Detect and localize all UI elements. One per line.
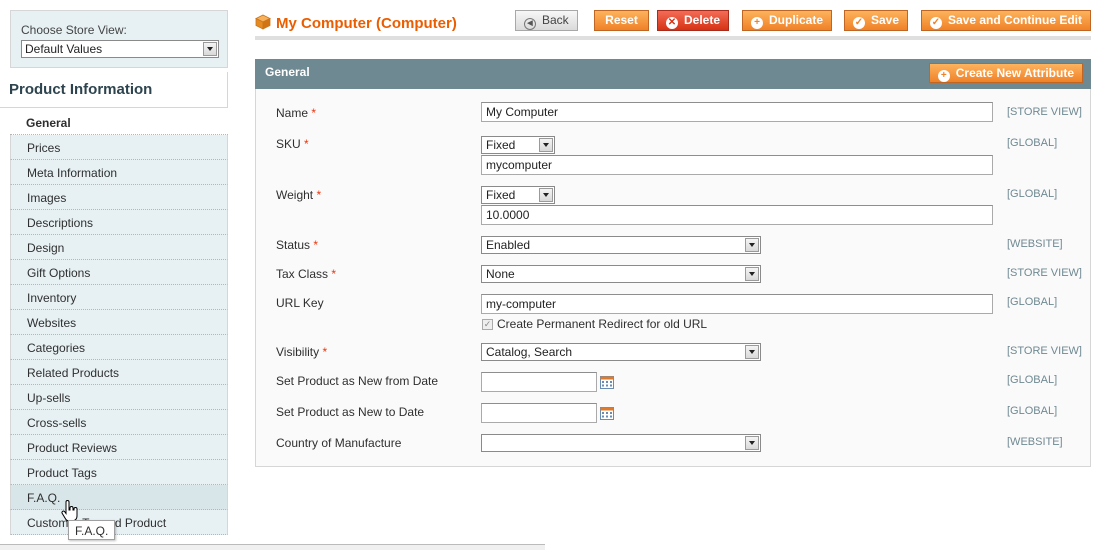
status-select[interactable]: Enabled <box>481 236 761 254</box>
tab-product-reviews[interactable]: Product Reviews <box>10 435 228 460</box>
section-header: General + Create New Attribute <box>255 59 1091 89</box>
back-button-label: Back <box>542 13 569 27</box>
delete-button-label: Delete <box>684 13 721 27</box>
sku-input[interactable]: mycomputer <box>481 155 993 175</box>
tab-descriptions[interactable]: Descriptions <box>10 210 228 235</box>
sku-scope: [GLOBAL] <box>1007 137 1058 149</box>
chevron-down-icon <box>745 436 759 450</box>
tax-class-label: Tax Class * <box>276 267 337 281</box>
chevron-down-icon <box>539 188 553 202</box>
tab-meta-information[interactable]: Meta Information <box>10 160 228 185</box>
country-select[interactable] <box>481 434 761 452</box>
new-from-date-input[interactable] <box>481 372 597 392</box>
page-header: My Computer (Computer) ◀ Back Reset ✕ Dele… <box>255 10 1092 40</box>
sku-mode-select[interactable]: Fixed <box>481 136 555 154</box>
chevron-down-icon <box>203 42 217 56</box>
redirect-checkbox[interactable]: ✓ <box>482 319 493 330</box>
save-button-label: Save <box>871 13 900 27</box>
check-icon: ✓ <box>930 17 942 29</box>
tab-product-tags[interactable]: Product Tags <box>10 460 228 485</box>
tab-up-sells[interactable]: Up-sells <box>10 385 228 410</box>
calendar-icon[interactable] <box>600 375 614 389</box>
reset-button[interactable]: Reset <box>594 10 649 31</box>
back-button[interactable]: ◀ Back <box>515 10 578 31</box>
status-scope: [WEBSITE] <box>1007 238 1063 250</box>
tax-class-scope: [STORE VIEW] <box>1007 267 1082 279</box>
tab-customer-tagged-product[interactable]: Customer Tagged Product <box>10 510 228 535</box>
plus-icon: + <box>751 17 763 29</box>
back-arrow-icon: ◀ <box>524 18 536 30</box>
visibility-label: Visibility * <box>276 345 328 359</box>
store-view-value: Default Values <box>25 42 103 56</box>
tab-design[interactable]: Design <box>10 235 228 260</box>
weight-scope: [GLOBAL] <box>1007 188 1058 200</box>
horizontal-scrollbar[interactable] <box>0 544 545 550</box>
product-box-icon <box>255 14 271 30</box>
new-from-label: Set Product as New from Date <box>276 374 439 388</box>
check-icon: ✓ <box>853 17 865 29</box>
tab-categories[interactable]: Categories <box>10 335 228 360</box>
duplicate-button-label: Duplicate <box>769 13 824 27</box>
store-view-select[interactable]: Default Values <box>21 40 219 58</box>
store-switcher: Choose Store View: Default Values <box>10 10 228 68</box>
chevron-down-icon <box>745 267 759 281</box>
delete-button[interactable]: ✕ Delete <box>657 10 730 31</box>
product-tabs: General Prices Meta Information Images D… <box>10 110 228 535</box>
tab-websites[interactable]: Websites <box>10 310 228 335</box>
plus-icon: + <box>937 70 950 82</box>
tab-prices[interactable]: Prices <box>10 135 228 160</box>
visibility-scope: [STORE VIEW] <box>1007 345 1082 357</box>
tab-related-products[interactable]: Related Products <box>10 360 228 385</box>
tab-inventory[interactable]: Inventory <box>10 285 228 310</box>
name-input[interactable]: My Computer <box>481 102 993 122</box>
sidebar-title: Product Information <box>0 72 228 108</box>
tab-gift-options[interactable]: Gift Options <box>10 260 228 285</box>
status-label: Status * <box>276 238 319 252</box>
country-scope: [WEBSITE] <box>1007 436 1063 448</box>
store-switcher-label: Choose Store View: <box>21 23 127 37</box>
url-key-input[interactable]: my-computer <box>481 294 993 314</box>
save-continue-button-label: Save and Continue Edit <box>948 13 1083 27</box>
tax-class-select[interactable]: None <box>481 265 761 283</box>
url-key-scope: [GLOBAL] <box>1007 296 1058 308</box>
new-to-scope: [GLOBAL] <box>1007 405 1058 417</box>
url-key-label: URL Key <box>276 296 324 310</box>
tab-cross-sells[interactable]: Cross-sells <box>10 410 228 435</box>
chevron-down-icon <box>745 345 759 359</box>
section-title: General <box>265 65 310 79</box>
create-attribute-button[interactable]: + Create New Attribute <box>928 63 1083 83</box>
save-button[interactable]: ✓ Save <box>844 10 909 31</box>
calendar-icon[interactable] <box>600 406 614 420</box>
faq-tooltip: F.A.Q. <box>68 520 116 540</box>
general-fieldset: Name * My Computer [STORE VIEW] SKU * Fi… <box>255 89 1091 467</box>
delete-x-icon: ✕ <box>666 17 678 29</box>
new-to-date-input[interactable] <box>481 403 597 423</box>
country-label: Country of Manufacture <box>276 436 402 450</box>
save-continue-button[interactable]: ✓ Save and Continue Edit <box>921 10 1092 31</box>
weight-input[interactable]: 10.0000 <box>481 205 993 225</box>
chevron-down-icon <box>745 238 759 252</box>
sku-label: SKU * <box>276 137 309 151</box>
page-title: My Computer (Computer) <box>276 15 457 32</box>
weight-mode-select[interactable]: Fixed <box>481 186 555 204</box>
tab-images[interactable]: Images <box>10 185 228 210</box>
tab-general[interactable]: General <box>10 110 228 135</box>
tab-faq[interactable]: F.A.Q. <box>10 485 228 510</box>
name-label: Name * <box>276 106 317 120</box>
name-scope: [STORE VIEW] <box>1007 106 1082 118</box>
weight-label: Weight * <box>276 188 322 202</box>
create-attribute-label: Create New Attribute <box>955 66 1074 80</box>
chevron-down-icon <box>539 138 553 152</box>
visibility-select[interactable]: Catalog, Search <box>481 343 761 361</box>
new-to-label: Set Product as New to Date <box>276 405 425 419</box>
new-from-scope: [GLOBAL] <box>1007 374 1058 386</box>
redirect-label: Create Permanent Redirect for old URL <box>497 317 708 331</box>
duplicate-button[interactable]: + Duplicate <box>742 10 833 31</box>
reset-button-label: Reset <box>605 13 638 27</box>
